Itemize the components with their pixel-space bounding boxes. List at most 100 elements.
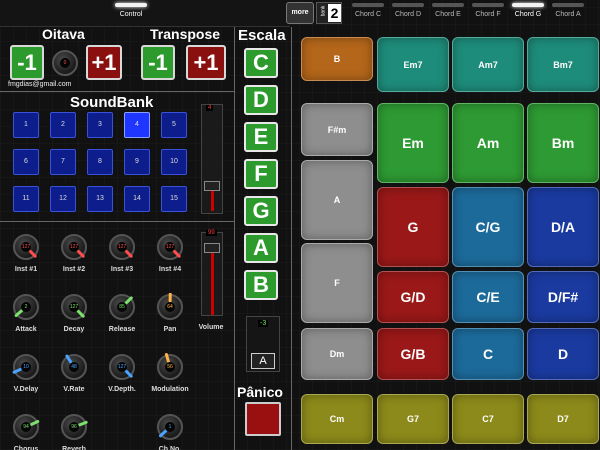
chord-tab-label: Chord D (394, 11, 422, 18)
chord-tab-chord-f[interactable]: Chord F (468, 0, 508, 26)
soundbank-button-1[interactable]: 1 (13, 112, 39, 138)
soundbank-button-14[interactable]: 14 (124, 186, 150, 212)
chord-pad-bm7[interactable]: Bm7 (527, 37, 599, 92)
volume-slider-fill (211, 245, 214, 315)
chord-pad-c-g[interactable]: C/G (452, 187, 524, 267)
chord-pad-g7[interactable]: G7 (377, 394, 449, 444)
chord-pad-f[interactable]: F (301, 243, 373, 323)
soundbank-button-5[interactable]: 5 (161, 112, 187, 138)
oitava-plus-button[interactable]: +1 (86, 45, 122, 80)
knob-value: 85 (117, 302, 127, 312)
scale-note-d[interactable]: D (244, 85, 278, 115)
chord-pad-a[interactable]: A (301, 160, 373, 240)
chord-tab-label: Chord F (475, 11, 501, 18)
chord-pad-g-b[interactable]: G/B (377, 328, 449, 380)
oitava-value: 0 (60, 58, 70, 68)
knob-value: 2 (21, 302, 31, 312)
chord-pad-g[interactable]: G (377, 187, 449, 267)
scale-note-g[interactable]: G (244, 196, 278, 226)
chord-pad-g-d[interactable]: G/D (377, 271, 449, 323)
tab-control-label: Control (119, 11, 143, 18)
chord-pad-f-m[interactable]: F#m (301, 103, 373, 156)
knob-label: Reverb (62, 446, 86, 450)
chord-pad-bm[interactable]: Bm (527, 103, 599, 183)
knob-inst-4[interactable]: 127 (157, 234, 183, 260)
tab-control[interactable]: Control (100, 0, 162, 26)
panic-button[interactable] (245, 402, 281, 436)
soundbank-button-4[interactable]: 4 (124, 112, 150, 138)
knob-v-delay[interactable]: 10 (12, 354, 39, 380)
oitava-minus-button[interactable]: -1 (10, 45, 44, 80)
chord-tab-chord-e[interactable]: Chord E (428, 0, 468, 26)
knob-value: 127 (117, 242, 127, 252)
transpose-minus-button[interactable]: -1 (141, 45, 175, 80)
chord-pad-am[interactable]: Am (452, 103, 524, 183)
chord-pad-cm[interactable]: Cm (301, 394, 373, 444)
soundbank-button-7[interactable]: 7 (50, 149, 76, 175)
soundbank-slider[interactable]: 4 (201, 104, 223, 214)
escala-title: Escala (238, 27, 286, 44)
knob-attack[interactable]: 2 (13, 294, 39, 320)
tab-indicator (512, 3, 544, 7)
knob-chorus[interactable]: 94 (13, 414, 40, 440)
chord-pad-d[interactable]: D (527, 328, 599, 380)
chord-tab-chord-g[interactable]: Chord G (508, 0, 548, 26)
chord-pad-c-e[interactable]: C/E (452, 271, 524, 323)
chord-pad-d-a[interactable]: D/A (527, 187, 599, 267)
chord-pad-em7[interactable]: Em7 (377, 37, 449, 92)
volume-slider[interactable]: 99 (201, 230, 223, 316)
chord-tab-chord-c[interactable]: Chord C (348, 0, 388, 26)
knob-v-depth-[interactable]: 127 (109, 354, 135, 380)
knob-release[interactable]: 85 (109, 294, 135, 320)
soundbank-button-15[interactable]: 15 (161, 186, 187, 212)
soundbank-button-10[interactable]: 10 (161, 149, 187, 175)
transpose-plus-button[interactable]: +1 (186, 45, 226, 80)
chord-pad-d7[interactable]: D7 (527, 394, 599, 444)
chord-pad-am7[interactable]: Am7 (452, 37, 524, 92)
soundbank-button-6[interactable]: 6 (13, 149, 39, 175)
key-selector[interactable]: -3 A (246, 316, 280, 372)
chord-pad-em[interactable]: Em (377, 103, 449, 183)
soundbank-button-13[interactable]: 13 (87, 186, 113, 212)
knob-decay[interactable]: 127 (61, 294, 87, 320)
knob-value: 127 (165, 242, 175, 252)
knob-pan[interactable]: 64 (157, 293, 183, 320)
knob-inst-1[interactable]: 127 (13, 234, 39, 260)
chord-tab-chord-a[interactable]: Chord A (548, 0, 588, 26)
knob-inst-3[interactable]: 127 (109, 234, 135, 260)
chord-pad-c7[interactable]: C7 (452, 394, 524, 444)
knob-inst-2[interactable]: 127 (61, 234, 87, 260)
oitava-value-knob[interactable]: 0 (52, 50, 78, 76)
panico-title: Pânico (237, 384, 283, 400)
chord-pad-dm[interactable]: Dm (301, 328, 373, 380)
knob-v-rate[interactable]: 48 (61, 354, 87, 380)
key-value: A (251, 353, 275, 369)
soundbank-button-9[interactable]: 9 (124, 149, 150, 175)
soundbank-button-8[interactable]: 8 (87, 149, 113, 175)
scale-note-a[interactable]: A (244, 233, 278, 263)
knob-label: Ch.No. (158, 446, 182, 450)
volume-slider-thumb[interactable] (204, 243, 220, 253)
soundbank-button-3[interactable]: 3 (87, 112, 113, 138)
scale-note-b[interactable]: B (244, 270, 278, 300)
soundbank-button-12[interactable]: 12 (50, 186, 76, 212)
knob-modulation[interactable]: 56 (157, 353, 183, 380)
bank-selector[interactable]: bank 2 (316, 2, 342, 24)
soundbank-slider-thumb[interactable] (204, 181, 220, 191)
knob-value: 56 (165, 362, 175, 372)
more-button[interactable]: more (286, 2, 314, 24)
knob-ch-no-[interactable]: 1 (157, 414, 183, 440)
chord-pad-c[interactable]: C (452, 328, 524, 380)
chord-pad-b[interactable]: B (301, 37, 373, 81)
soundbank-button-2[interactable]: 2 (50, 112, 76, 138)
scale-note-c[interactable]: C (244, 48, 278, 78)
soundbank-button-11[interactable]: 11 (13, 186, 39, 212)
scale-note-f[interactable]: F (244, 159, 278, 189)
bank-label: bank (320, 5, 327, 17)
scale-note-e[interactable]: E (244, 122, 278, 152)
knob-value: 127 (21, 242, 31, 252)
knob-reverb[interactable]: 96 (61, 414, 88, 440)
chord-tab-chord-d[interactable]: Chord D (388, 0, 428, 26)
chord-pad-d-f-[interactable]: D/F# (527, 271, 599, 323)
knob-label: Inst #4 (158, 266, 182, 273)
